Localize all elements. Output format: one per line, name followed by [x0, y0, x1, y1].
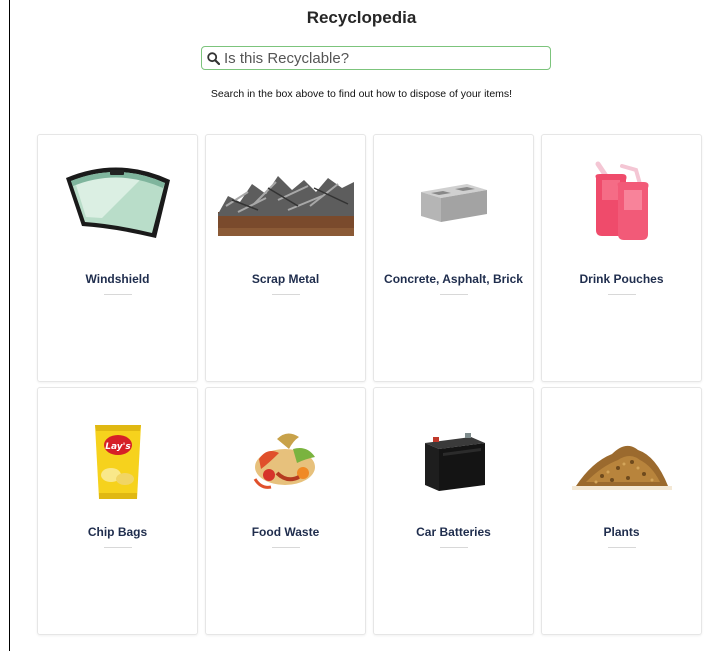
- item-grid: Windshield Scrap Metal Concrete, Asphalt…: [37, 134, 712, 635]
- item-card-windshield[interactable]: Windshield: [37, 134, 198, 382]
- item-label: Food Waste: [214, 524, 357, 548]
- scrap-metal-image: [206, 153, 365, 249]
- item-card-car-batteries[interactable]: Car Batteries: [373, 387, 534, 635]
- item-card-drink-pouches[interactable]: Drink Pouches: [541, 134, 702, 382]
- concrete-block-image: [374, 153, 533, 249]
- food-waste-image: [206, 414, 365, 510]
- page-title: Recyclopedia: [306, 8, 417, 27]
- item-card-scrap-metal[interactable]: Scrap Metal: [205, 134, 366, 382]
- item-label: Windshield: [46, 271, 189, 295]
- item-card-concrete[interactable]: Concrete, Asphalt, Brick: [373, 134, 534, 382]
- item-label: Drink Pouches: [550, 271, 693, 295]
- search-hint: Search in the box above to find out how …: [210, 88, 513, 100]
- label-divider: [103, 547, 132, 548]
- chip-bag-image: Lay's: [38, 414, 197, 510]
- drink-pouches-image: [542, 153, 701, 249]
- item-label: Plants: [550, 524, 693, 548]
- item-label: Concrete, Asphalt, Brick: [382, 271, 525, 295]
- search-box[interactable]: [201, 46, 551, 70]
- label-divider: [439, 547, 468, 548]
- item-label: Car Batteries: [382, 524, 525, 548]
- search-icon: [207, 51, 220, 65]
- label-divider: [271, 547, 300, 548]
- windshield-image: [38, 153, 197, 249]
- car-battery-image: [374, 414, 533, 510]
- search-input[interactable]: [224, 49, 544, 67]
- label-divider: [271, 294, 300, 295]
- page: Recyclopedia Search in the box above to …: [9, 0, 712, 651]
- item-card-food-waste[interactable]: Food Waste: [205, 387, 366, 635]
- svg-text:Lay's: Lay's: [105, 442, 131, 452]
- item-label: Scrap Metal: [214, 271, 357, 295]
- label-divider: [607, 547, 636, 548]
- label-divider: [607, 294, 636, 295]
- label-divider: [439, 294, 468, 295]
- item-label: Chip Bags: [46, 524, 189, 548]
- item-card-chip-bags[interactable]: Lay's Chip Bags: [37, 387, 198, 635]
- label-divider: [103, 294, 132, 295]
- item-card-plants[interactable]: Plants: [541, 387, 702, 635]
- plants-image: [542, 414, 701, 510]
